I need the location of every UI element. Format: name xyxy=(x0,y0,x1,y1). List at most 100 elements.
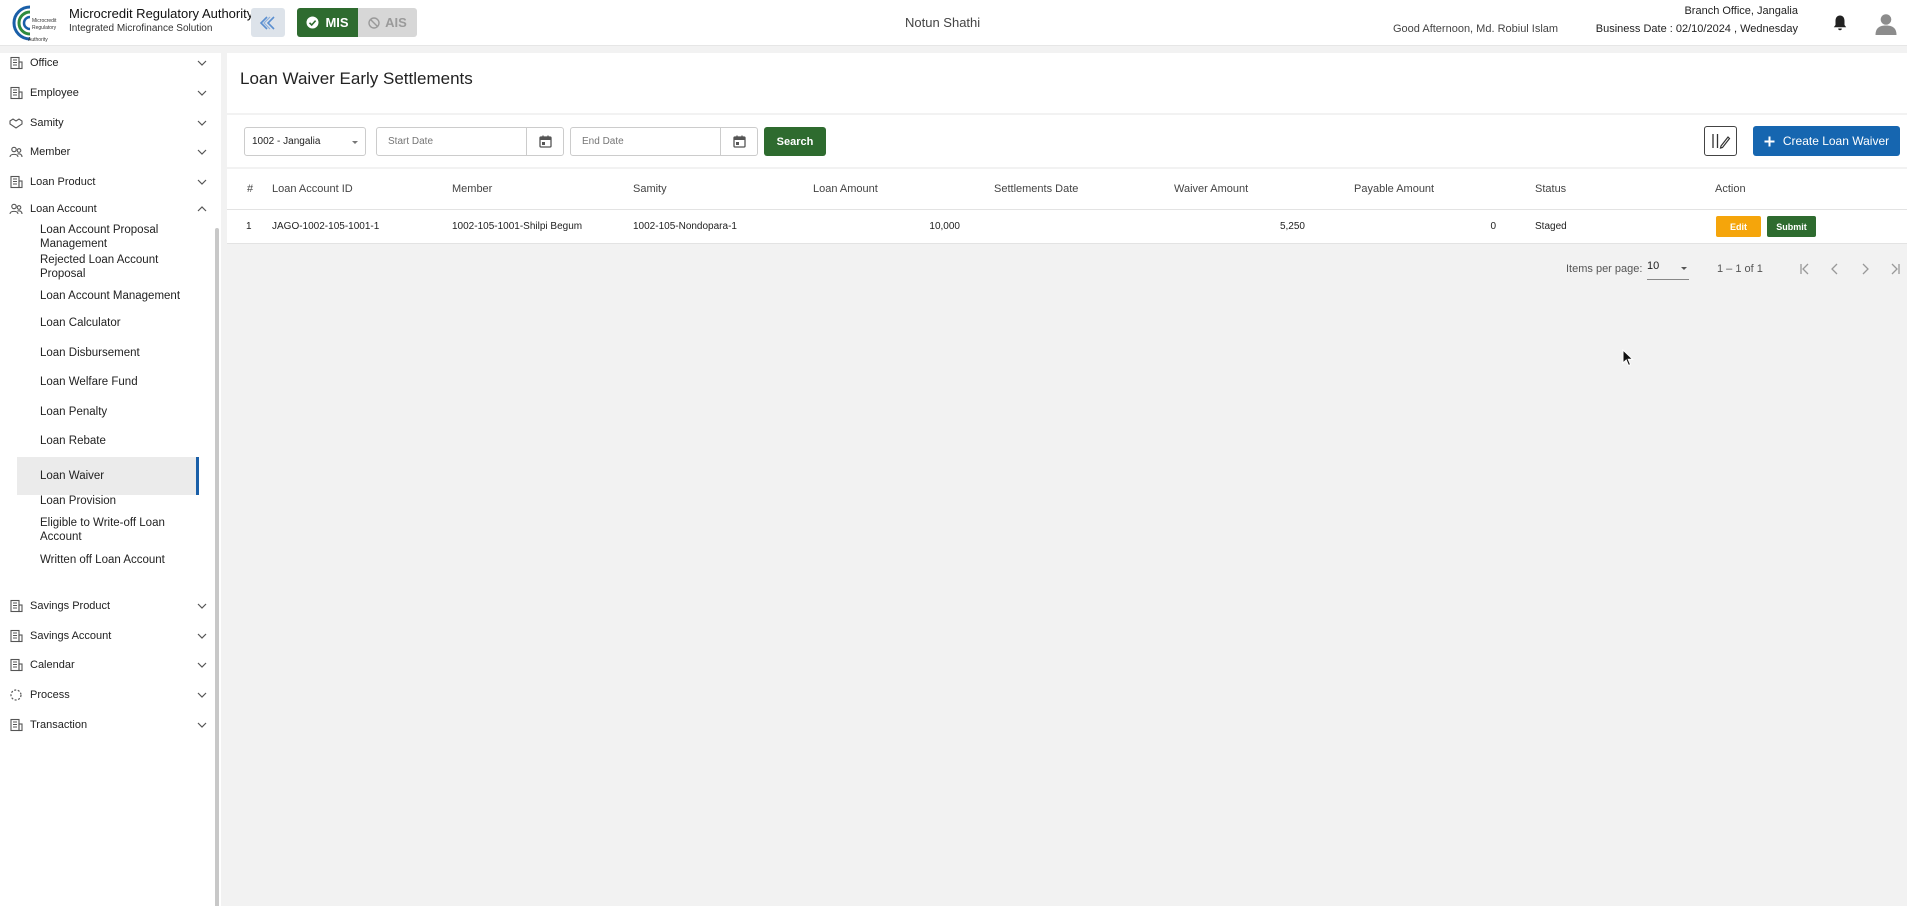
mode-ais-button[interactable]: AIS xyxy=(358,8,417,37)
paginator: Items per page: 10 1 – 1 of 1 xyxy=(227,244,1907,294)
end-date-input[interactable] xyxy=(571,136,721,147)
sidebar-subitem-written-off-loan-account[interactable]: Written off Loan Account xyxy=(17,547,199,572)
sidebar-item-label: Calendar xyxy=(30,659,75,671)
collapse-sidebar-button[interactable] xyxy=(251,8,285,37)
first-page-button[interactable] xyxy=(1794,258,1816,280)
user-avatar-icon[interactable] xyxy=(1874,11,1898,35)
col-member-header: Member xyxy=(452,183,493,195)
sidebar-item-loan-product[interactable]: Loan Product xyxy=(0,167,210,197)
edit-button[interactable]: Edit xyxy=(1716,216,1761,237)
sidebar-subitem-loan-welfare-fund[interactable]: Loan Welfare Fund xyxy=(17,369,199,394)
start-date-picker-button[interactable] xyxy=(526,128,563,155)
spinner-icon xyxy=(10,689,22,701)
column-settings-button[interactable] xyxy=(1704,126,1737,156)
col-payable-amount-header: Payable Amount xyxy=(1354,183,1435,195)
sidebar-item-label: Loan Account xyxy=(30,203,97,215)
create-loan-waiver-button[interactable]: Create Loan Waiver xyxy=(1753,126,1900,156)
chevron-down-icon xyxy=(1681,267,1687,270)
sidebar-subitem-loan-penalty[interactable]: Loan Penalty xyxy=(17,399,199,424)
last-page-button[interactable] xyxy=(1884,258,1906,280)
sidebar-item-member[interactable]: Member xyxy=(0,137,210,167)
cell-status: Staged xyxy=(1535,221,1567,232)
bell-icon[interactable] xyxy=(1832,14,1848,32)
page-header: Loan Waiver Early Settlements xyxy=(227,53,1907,113)
building-icon xyxy=(10,86,23,100)
users-icon xyxy=(9,146,23,158)
mouse-cursor-icon xyxy=(1622,349,1634,367)
table-row: 1 JAGO-1002-105-1001-1 1002-105-1001-Shi… xyxy=(227,211,1907,244)
mode-mis-label: MIS xyxy=(325,15,349,30)
sidebar-item-savings-account[interactable]: Savings Account xyxy=(0,621,210,651)
sidebar-subitem-loan-rebate[interactable]: Loan Rebate xyxy=(17,428,199,453)
end-date-picker-button[interactable] xyxy=(720,128,757,155)
branch-select[interactable]: 1002 - Jangalia xyxy=(244,127,366,156)
sidebar-item-label: Transaction xyxy=(30,719,88,731)
sidebar-item-employee[interactable]: Employee xyxy=(0,78,210,108)
sidebar-subitem-label: Eligible to Write-off Loan Account xyxy=(40,517,165,543)
sidebar-item-transaction[interactable]: Transaction xyxy=(0,710,210,740)
sidebar-subitem-label: Loan Disbursement xyxy=(40,346,140,359)
sidebar-item-samity[interactable]: Samity xyxy=(0,108,210,138)
chevron-down-icon xyxy=(197,603,207,609)
org-name: Microcredit Regulatory Authority xyxy=(69,6,254,21)
building-icon xyxy=(10,658,23,672)
next-page-button[interactable] xyxy=(1854,258,1876,280)
sidebar-item-label: Process xyxy=(30,689,70,701)
cell-member: 1002-105-1001-Shilpi Begum xyxy=(452,221,583,232)
sidebar-subitem-label: Loan Welfare Fund xyxy=(40,375,138,388)
project-name: Notun Shathi xyxy=(905,15,981,30)
users-icon xyxy=(9,203,23,215)
filter-bar: 1002 - Jangalia Search xyxy=(227,115,1907,167)
chevron-down-icon xyxy=(197,722,207,728)
chevron-down-icon xyxy=(197,633,207,639)
sidebar-subitem-label: Rejected Loan Account Proposal xyxy=(40,254,159,280)
sidebar-scrollbar[interactable] xyxy=(215,228,219,906)
col-index-header: # xyxy=(247,183,254,195)
sidebar-item-label: Savings Product xyxy=(30,600,111,612)
sidebar-item-label: Office xyxy=(30,57,59,69)
sidebar-subitem-eligible-to-write-off-loan-account[interactable]: Eligible to Write-off Loan Account xyxy=(17,512,199,548)
sidebar-subitem-label: Loan Rebate xyxy=(40,434,106,447)
page-title: Loan Waiver Early Settlements xyxy=(240,69,473,88)
top-header: Microcredit Regulatory Authority Microcr… xyxy=(0,0,1907,46)
table-header: # Loan Account ID Member Samity Loan Amo… xyxy=(227,169,1907,210)
building-icon xyxy=(10,599,23,613)
building-icon xyxy=(10,718,23,732)
sidebar-subitem-loan-account-management[interactable]: Loan Account Management xyxy=(17,278,199,314)
col-samity-header: Samity xyxy=(633,183,667,195)
mode-toggle: MIS AIS xyxy=(297,8,417,37)
items-per-page-select[interactable]: 10 xyxy=(1647,260,1689,280)
start-date-field xyxy=(376,127,564,156)
loan-waiver-table: # Loan Account ID Member Samity Loan Amo… xyxy=(227,169,1907,294)
building-icon xyxy=(10,56,23,70)
sidebar-subitem-loan-provision[interactable]: Loan Provision xyxy=(17,488,199,513)
sidebar-subitem-loan-calculator[interactable]: Loan Calculator xyxy=(17,310,199,335)
mode-mis-button[interactable]: MIS xyxy=(297,8,358,37)
chevron-down-icon xyxy=(197,60,207,66)
col-settlements-date-header: Settlements Date xyxy=(994,183,1079,195)
building-icon xyxy=(10,175,23,189)
sidebar-item-label: Savings Account xyxy=(30,630,112,642)
sidebar-item-calendar[interactable]: Calendar xyxy=(0,650,210,680)
sidebar-subitem-label: Loan Provision xyxy=(40,494,117,507)
cell-samity: 1002-105-Nondopara-1 xyxy=(633,221,737,232)
start-date-input[interactable] xyxy=(377,136,527,147)
ban-icon xyxy=(368,16,380,29)
col-loan-amount-header: Loan Amount xyxy=(813,183,878,195)
previous-page-button[interactable] xyxy=(1824,258,1846,280)
chevron-down-icon xyxy=(197,90,207,96)
sidebar-item-process[interactable]: Process xyxy=(0,680,210,710)
submit-button[interactable]: Submit xyxy=(1767,216,1816,237)
sidebar-item-office[interactable]: Office xyxy=(0,53,210,78)
sidebar-subitem-loan-disbursement[interactable]: Loan Disbursement xyxy=(17,340,199,365)
sidebar-item-savings-product[interactable]: Savings Product xyxy=(0,591,210,621)
items-per-page-label: Items per page: xyxy=(1566,263,1643,275)
cell-waiver-amount: 5,250 xyxy=(1279,221,1305,232)
double-chevron-left-icon xyxy=(259,15,275,30)
svg-text:Authority: Authority xyxy=(28,37,48,43)
svg-text:Microcredit: Microcredit xyxy=(32,18,57,24)
sidebar-subitem-label: Loan Account Proposal Management xyxy=(40,224,159,250)
items-per-page-value: 10 xyxy=(1647,260,1660,272)
search-button[interactable]: Search xyxy=(764,127,826,156)
user-greeting: Good Afternoon, Md. Robiul Islam xyxy=(1393,23,1559,35)
